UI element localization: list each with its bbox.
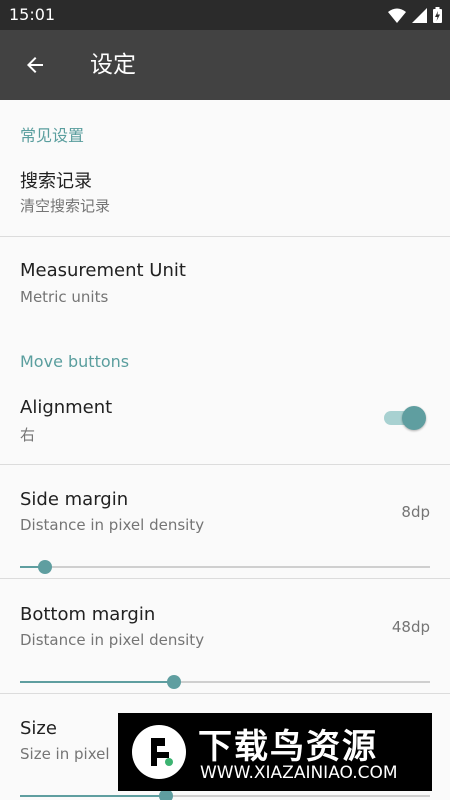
- status-icons: [388, 7, 442, 23]
- signal-icon: [412, 7, 427, 23]
- pref-summary: Size in pixel: [20, 745, 110, 763]
- pref-title: 搜索记录: [20, 171, 92, 192]
- pref-title: Size: [20, 718, 57, 739]
- side-margin-slider[interactable]: [20, 557, 430, 577]
- status-bar: 15:01: [0, 0, 450, 30]
- watermark-url: WWW.XIAZAINIAO.COM: [200, 763, 398, 783]
- slider-track: [20, 566, 430, 568]
- alignment-switch[interactable]: [382, 405, 426, 431]
- slider-fill: [20, 795, 166, 797]
- slider-thumb[interactable]: [166, 675, 181, 689]
- status-time: 15:01: [9, 5, 56, 24]
- pref-summary: Metric units: [20, 288, 109, 306]
- bottom-margin-slider[interactable]: [20, 672, 430, 692]
- watermark-text: 下载鸟资源: [198, 727, 378, 767]
- divider: [0, 464, 450, 465]
- pref-value: 8dp: [401, 503, 430, 521]
- section-header-general: 常见设置: [20, 126, 85, 145]
- wifi-icon: [388, 8, 406, 23]
- section-header-move-buttons: Move buttons: [20, 352, 130, 371]
- pref-value: 48dp: [391, 618, 430, 636]
- pref-summary: 右: [20, 426, 36, 444]
- slider-thumb[interactable]: [37, 560, 52, 574]
- bird-logo-icon: [132, 725, 186, 779]
- pref-summary: Distance in pixel density: [20, 516, 205, 534]
- slider-fill: [20, 681, 174, 683]
- back-button[interactable]: [20, 50, 50, 80]
- divider: [0, 578, 450, 579]
- pref-title: Side margin: [20, 489, 129, 510]
- pref-title: Bottom margin: [20, 604, 156, 625]
- divider: [0, 693, 450, 694]
- pref-summary: 清空搜索记录: [20, 197, 111, 215]
- divider: [0, 236, 450, 237]
- pref-summary: Distance in pixel density: [20, 631, 205, 649]
- app-bar: 设定: [0, 30, 450, 100]
- pref-title: Alignment: [20, 397, 113, 418]
- watermark-banner: 下载鸟资源 WWW.XIAZAINIAO.COM: [118, 713, 432, 791]
- battery-icon: [433, 7, 442, 23]
- pref-title: Measurement Unit: [20, 260, 186, 281]
- arrow-back-icon: [27, 57, 43, 73]
- switch-thumb: [402, 406, 426, 430]
- page-title: 设定: [90, 52, 136, 78]
